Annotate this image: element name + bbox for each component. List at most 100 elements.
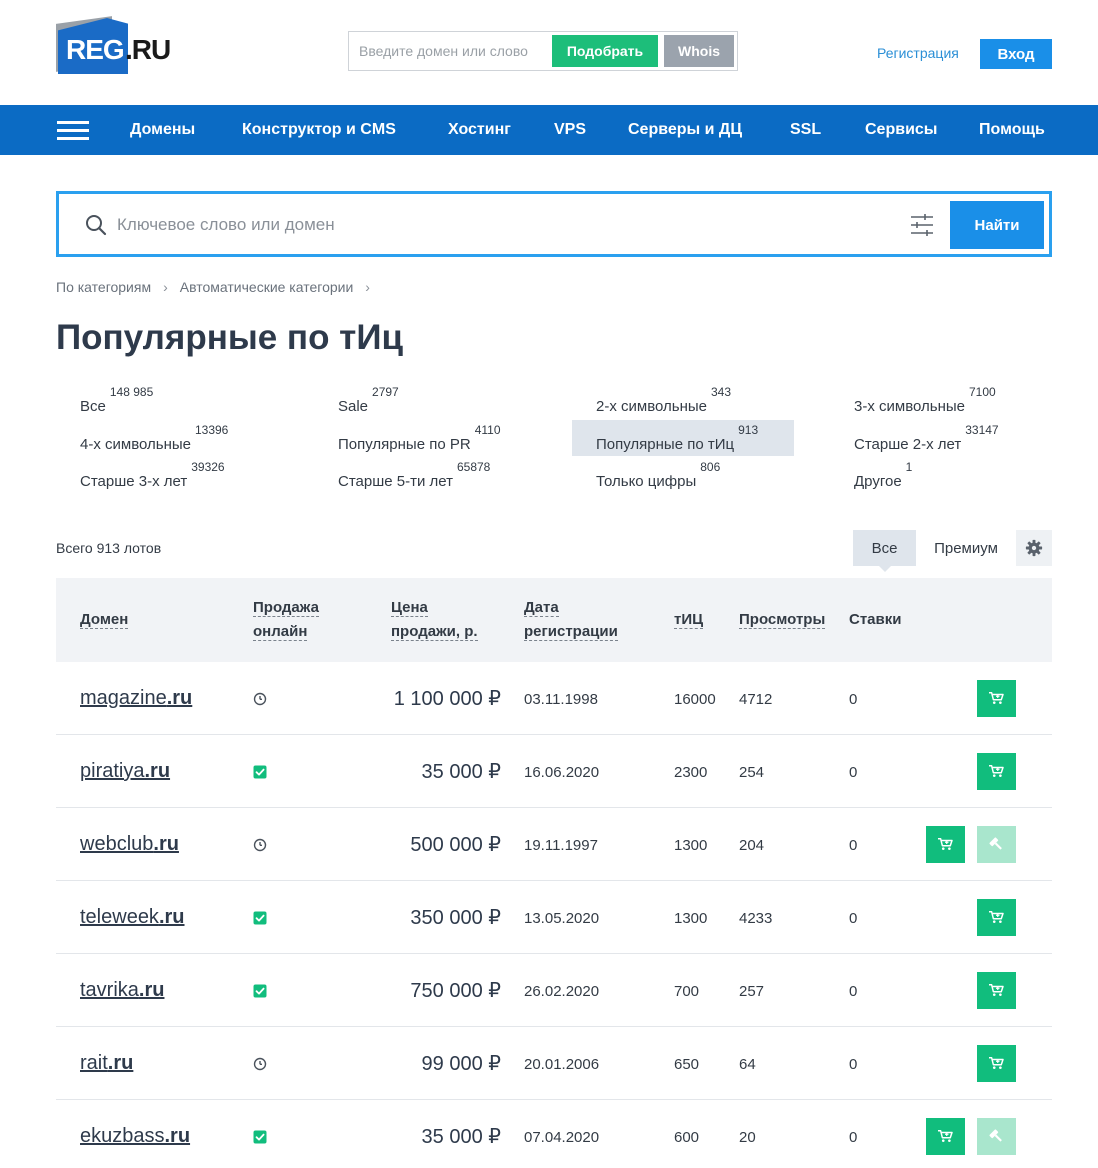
menu-burger-icon[interactable] xyxy=(57,121,89,141)
domain-name-link[interactable]: magazine.ru xyxy=(80,687,192,710)
nav-item-vps[interactable]: VPS xyxy=(554,121,586,139)
column-online-sale[interactable]: Продажа онлайн xyxy=(253,596,319,644)
category-4-chars[interactable]: 4-х символьные13396 xyxy=(56,420,278,456)
registration-date: 13.05.2020 xyxy=(524,910,600,927)
nav-item-help[interactable]: Помощь xyxy=(979,121,1045,139)
views-count: 20 xyxy=(739,1129,756,1146)
clock-icon xyxy=(253,1057,267,1071)
column-views[interactable]: Просмотры xyxy=(739,608,826,632)
category-count: 2797 xyxy=(372,385,399,399)
registration-date: 03.11.1998 xyxy=(524,691,598,708)
clock-icon xyxy=(253,838,267,852)
find-button[interactable]: Найти xyxy=(950,201,1044,249)
whois-button[interactable]: Whois xyxy=(664,35,734,67)
bids-count: 0 xyxy=(849,1129,858,1146)
tab-premium[interactable]: Премиум xyxy=(922,530,1010,566)
column-reg-date[interactable]: Дата регистрации xyxy=(524,596,618,644)
domain-search-input[interactable] xyxy=(117,211,877,239)
tic-value: 2300 xyxy=(674,764,708,781)
nav-item-builder-cms[interactable]: Конструктор и CMS xyxy=(242,121,396,139)
add-to-cart-button[interactable] xyxy=(977,680,1016,717)
register-link[interactable]: Регистрация xyxy=(877,45,959,61)
category-count: 33147 xyxy=(965,423,999,437)
category-count: 7100 xyxy=(968,385,996,399)
category-count: 65878 xyxy=(456,460,491,474)
category-count: 13396 xyxy=(194,423,229,437)
search-icon xyxy=(86,215,107,236)
domain-search-box: Найти xyxy=(56,191,1052,257)
checkbox-checked-icon xyxy=(253,1130,267,1144)
category-2-chars[interactable]: 2-х символьные343 xyxy=(572,382,794,418)
column-bids: Ставки xyxy=(849,611,902,628)
add-to-cart-button[interactable] xyxy=(926,826,965,863)
header-search: Подобрать Whois xyxy=(348,31,738,71)
nav-item-domains[interactable]: Домены xyxy=(130,121,195,139)
column-price[interactable]: Цена продажи, р. xyxy=(391,596,478,644)
breadcrumb-item-auto-categories[interactable]: Автоматические категории xyxy=(180,279,354,295)
category-other[interactable]: Другое1 xyxy=(830,457,1052,493)
breadcrumb-item-categories[interactable]: По категориям xyxy=(56,279,151,295)
settings-button[interactable] xyxy=(1016,530,1052,566)
bids-count: 0 xyxy=(849,837,858,854)
views-count: 204 xyxy=(739,837,765,854)
add-to-cart-button[interactable] xyxy=(926,1118,965,1155)
category-popular-tic[interactable]: Популярные по тИц913 xyxy=(572,420,794,456)
checkbox-checked-icon xyxy=(253,765,267,779)
category-digits-only[interactable]: Только цифры806 xyxy=(572,457,794,493)
filter-sliders-icon[interactable] xyxy=(909,213,935,237)
domain-name-link[interactable]: webclub.ru xyxy=(80,833,179,856)
add-to-cart-button[interactable] xyxy=(977,899,1016,936)
sale-price: 99 000 ₽ xyxy=(421,1053,501,1075)
tic-value: 650 xyxy=(674,1056,700,1073)
sale-price: 1 100 000 ₽ xyxy=(393,688,501,710)
category-popular-pr[interactable]: Популярные по PR4110 xyxy=(314,420,536,456)
clock-icon xyxy=(253,692,267,706)
place-bid-button[interactable] xyxy=(977,826,1016,863)
page-title: Популярные по тИц xyxy=(56,318,403,357)
tic-value: 1300 xyxy=(674,910,708,927)
tic-value: 16000 xyxy=(674,691,716,708)
views-count: 257 xyxy=(739,983,765,1000)
column-domain[interactable]: Домен xyxy=(80,608,129,632)
category-older-5-years[interactable]: Старше 5-ти лет65878 xyxy=(314,457,536,493)
tic-value: 600 xyxy=(674,1129,700,1146)
views-count: 64 xyxy=(739,1056,756,1073)
views-count: 4233 xyxy=(739,910,773,927)
category-count: 148 985 xyxy=(109,385,154,399)
category-older-2-years[interactable]: Старше 2-х лет33147 xyxy=(830,420,1052,456)
header-search-input[interactable] xyxy=(359,40,549,62)
sale-price: 750 000 ₽ xyxy=(410,980,501,1002)
category-count: 4110 xyxy=(474,423,501,437)
category-3-chars[interactable]: 3-х символьные7100 xyxy=(830,382,1052,418)
bids-count: 0 xyxy=(849,764,858,781)
sale-price: 35 000 ₽ xyxy=(421,1126,501,1148)
login-button[interactable]: Вход xyxy=(980,39,1052,69)
category-sale[interactable]: Sale2797 xyxy=(314,382,536,418)
table-row: rait.ru 99 000 ₽ 20.01.2006 650 64 0 xyxy=(56,1027,1052,1100)
category-all[interactable]: Все148 985 xyxy=(56,382,278,418)
add-to-cart-button[interactable] xyxy=(977,753,1016,790)
column-tic[interactable]: тИЦ xyxy=(674,608,704,632)
tab-all[interactable]: Все xyxy=(853,530,916,572)
domain-name-link[interactable]: ekuzbass.ru xyxy=(80,1125,190,1148)
table-row: webclub.ru 500 000 ₽ 19.11.1997 1300 204 0 xyxy=(56,808,1052,881)
category-older-3-years[interactable]: Старше 3-х лет39326 xyxy=(56,457,278,493)
logo-text: REG xyxy=(66,34,125,65)
reg-ru-logo[interactable]: REG .RU xyxy=(54,16,184,78)
category-count: 343 xyxy=(710,385,732,399)
checkbox-checked-icon xyxy=(253,911,267,925)
domain-name-link[interactable]: rait.ru xyxy=(80,1052,133,1075)
bids-count: 0 xyxy=(849,691,858,708)
domain-name-link[interactable]: piratiya.ru xyxy=(80,760,170,783)
views-count: 4712 xyxy=(739,691,773,708)
domain-name-link[interactable]: teleweek.ru xyxy=(80,906,185,929)
nav-item-servers-dc[interactable]: Серверы и ДЦ xyxy=(628,121,742,139)
nav-item-services[interactable]: Сервисы xyxy=(865,121,937,139)
add-to-cart-button[interactable] xyxy=(977,972,1016,1009)
nav-item-ssl[interactable]: SSL xyxy=(790,121,821,139)
add-to-cart-button[interactable] xyxy=(977,1045,1016,1082)
domain-name-link[interactable]: tavrika.ru xyxy=(80,979,164,1002)
place-bid-button[interactable] xyxy=(977,1118,1016,1155)
nav-item-hosting[interactable]: Хостинг xyxy=(448,121,511,139)
pick-button[interactable]: Подобрать xyxy=(552,35,658,67)
